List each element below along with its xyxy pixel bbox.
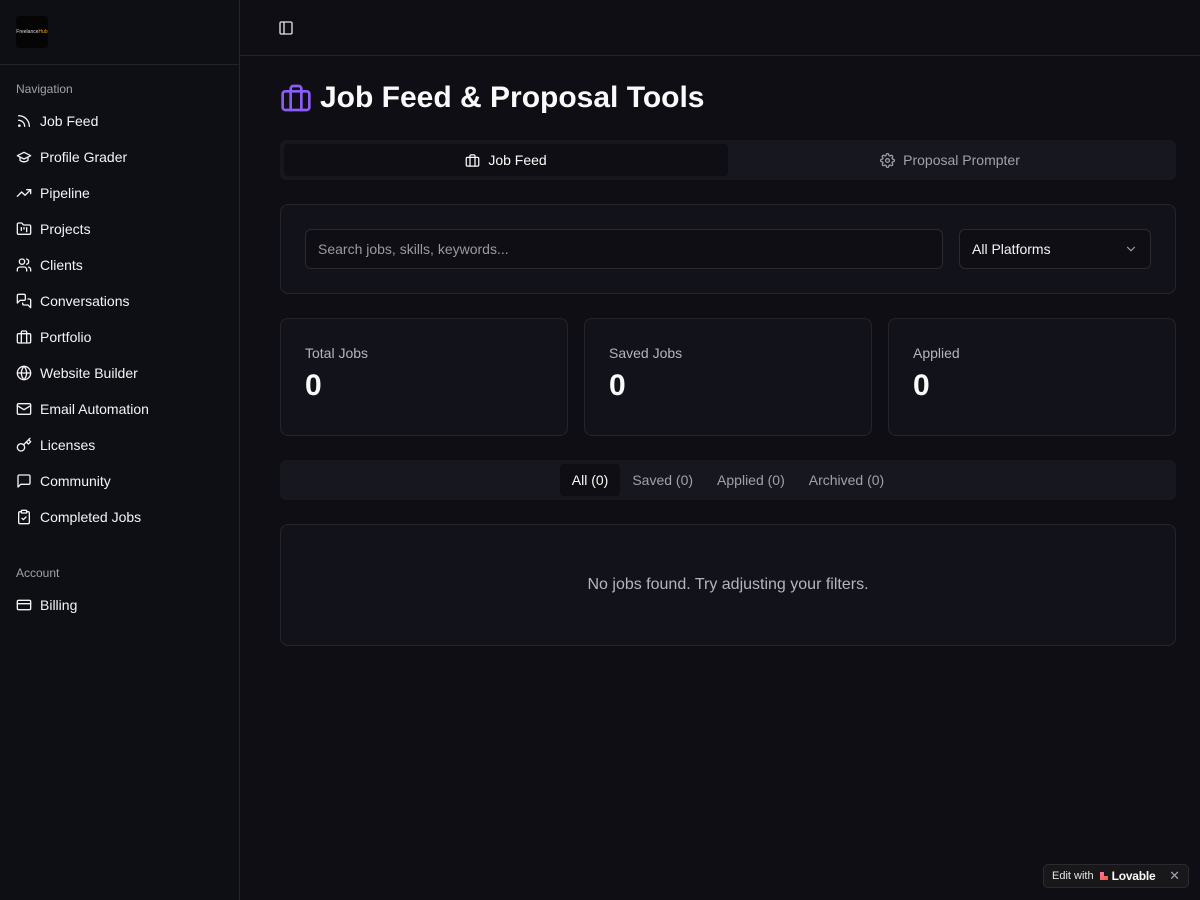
globe-icon (16, 365, 32, 381)
stat-value: 0 (609, 369, 626, 402)
sidebar-item-email-automation[interactable]: Email Automation (0, 391, 239, 427)
account-group-label: Account (16, 566, 60, 580)
stat-label: Saved Jobs (609, 345, 683, 361)
sidebar-item-projects[interactable]: Projects (0, 211, 239, 247)
badge-prefix: Edit with (1052, 870, 1094, 882)
sidebar-item-label: Job Feed (40, 113, 99, 129)
briefcase-icon (281, 84, 311, 112)
sidebar-item-licenses[interactable]: Licenses (0, 427, 239, 463)
mail-icon (16, 403, 32, 415)
platform-select-value: All Platforms (972, 241, 1051, 257)
sidebar-item-job-feed[interactable]: Job Feed (0, 103, 239, 139)
stat-label: Total Jobs (305, 345, 369, 361)
briefcase-icon (465, 153, 480, 167)
stat-card-applied: Applied 0 (888, 318, 1176, 436)
tab-archived[interactable]: Archived (0) (797, 464, 896, 496)
sidebar-item-profile-grader[interactable]: Profile Grader (0, 139, 239, 175)
platform-select[interactable]: All Platforms (959, 229, 1151, 269)
logo-text-accent: Hub (38, 29, 48, 35)
sidebar-item-label: Completed Jobs (40, 509, 142, 525)
panel-left-icon (279, 21, 293, 35)
edit-with-lovable-badge[interactable]: Edit with Lovable ✕ (1043, 864, 1189, 888)
top-bar (240, 0, 1200, 56)
credit-card-icon (16, 599, 32, 611)
key-icon (16, 437, 32, 452)
sidebar-item-completed-jobs[interactable]: Completed Jobs (0, 499, 239, 535)
sidebar-item-label: Email Automation (40, 401, 149, 417)
main-content: Job Feed & Proposal Tools Job Feed Propo… (280, 56, 1176, 646)
chevron-down-icon (1126, 246, 1136, 252)
badge-brand: Lovable (1111, 869, 1156, 883)
sidebar-item-label: Licenses (40, 437, 96, 453)
tab-proposal-prompter[interactable]: Proposal Prompter (728, 144, 1172, 176)
briefcase-icon (16, 330, 32, 344)
page-title: Job Feed & Proposal Tools (320, 81, 705, 114)
sidebar-item-label: Projects (40, 221, 91, 237)
tab-job-feed[interactable]: Job Feed (284, 144, 728, 176)
logo-text: Freelance (16, 29, 39, 35)
nav-group: Navigation Job Feed Profile Grader Pipel… (0, 81, 239, 535)
rss-icon (18, 115, 30, 127)
nav-group-label: Navigation (16, 82, 73, 96)
stat-value: 0 (305, 369, 322, 402)
tab-all[interactable]: All (0) (559, 464, 621, 496)
settings-icon (880, 152, 896, 168)
clipboard-check-icon (18, 509, 30, 525)
tool-tabs: Job Feed Proposal Prompter (280, 140, 1176, 180)
sidebar-item-clients[interactable]: Clients (0, 247, 239, 283)
sidebar-item-conversations[interactable]: Conversations (0, 283, 239, 319)
sidebar-item-label: Clients (40, 257, 83, 273)
account-group: Account Billing (0, 565, 239, 623)
sidebar-item-label: Website Builder (40, 365, 138, 381)
tab-label: Proposal Prompter (903, 152, 1020, 168)
tab-applied[interactable]: Applied (0) (705, 464, 797, 496)
sidebar-item-community[interactable]: Community (0, 463, 239, 499)
sidebar-item-label: Community (40, 473, 111, 489)
lovable-logo-icon (1099, 872, 1108, 880)
tab-saved[interactable]: Saved (0) (620, 464, 705, 496)
sidebar: Freelance Hub Navigation Job Feed Profile… (0, 0, 240, 900)
sidebar-item-pipeline[interactable]: Pipeline (0, 175, 239, 211)
sidebar-item-website-builder[interactable]: Website Builder (0, 355, 239, 391)
stats-row: Total Jobs 0 Saved Jobs 0 Applied 0 (280, 318, 1176, 436)
sidebar-item-label: Portfolio (40, 329, 92, 345)
sidebar-item-portfolio[interactable]: Portfolio (0, 319, 239, 355)
sidebar-toggle-button[interactable] (276, 18, 296, 38)
users-icon (16, 258, 32, 272)
messages-icon (16, 293, 32, 309)
logo-area: Freelance Hub (0, 0, 239, 65)
stat-card-total-jobs: Total Jobs 0 (280, 318, 568, 436)
folder-kanban-icon (16, 222, 32, 235)
message-square-icon (17, 474, 31, 488)
page-header: Job Feed & Proposal Tools (280, 76, 1176, 120)
stat-label: Applied (913, 345, 960, 361)
stat-value: 0 (913, 369, 930, 402)
close-icon[interactable]: ✕ (1169, 868, 1180, 884)
tab-label: Job Feed (488, 152, 547, 168)
sidebar-item-label: Pipeline (40, 185, 90, 201)
sidebar-item-label: Profile Grader (40, 149, 128, 165)
sidebar-item-billing[interactable]: Billing (0, 587, 239, 623)
stat-card-saved-jobs: Saved Jobs 0 (584, 318, 872, 436)
trending-up-icon (16, 189, 32, 197)
app-logo[interactable]: Freelance Hub (16, 16, 48, 48)
search-input[interactable] (305, 229, 943, 269)
status-tabs: All (0) Saved (0) Applied (0) Archived (… (280, 460, 1176, 500)
filter-card: All Platforms (280, 204, 1176, 294)
empty-state-message: No jobs found. Try adjusting your filter… (587, 576, 869, 593)
empty-state: No jobs found. Try adjusting your filter… (280, 524, 1176, 646)
sidebar-item-label: Conversations (40, 293, 130, 309)
graduation-cap-icon (16, 151, 32, 163)
sidebar-item-label: Billing (40, 597, 78, 613)
